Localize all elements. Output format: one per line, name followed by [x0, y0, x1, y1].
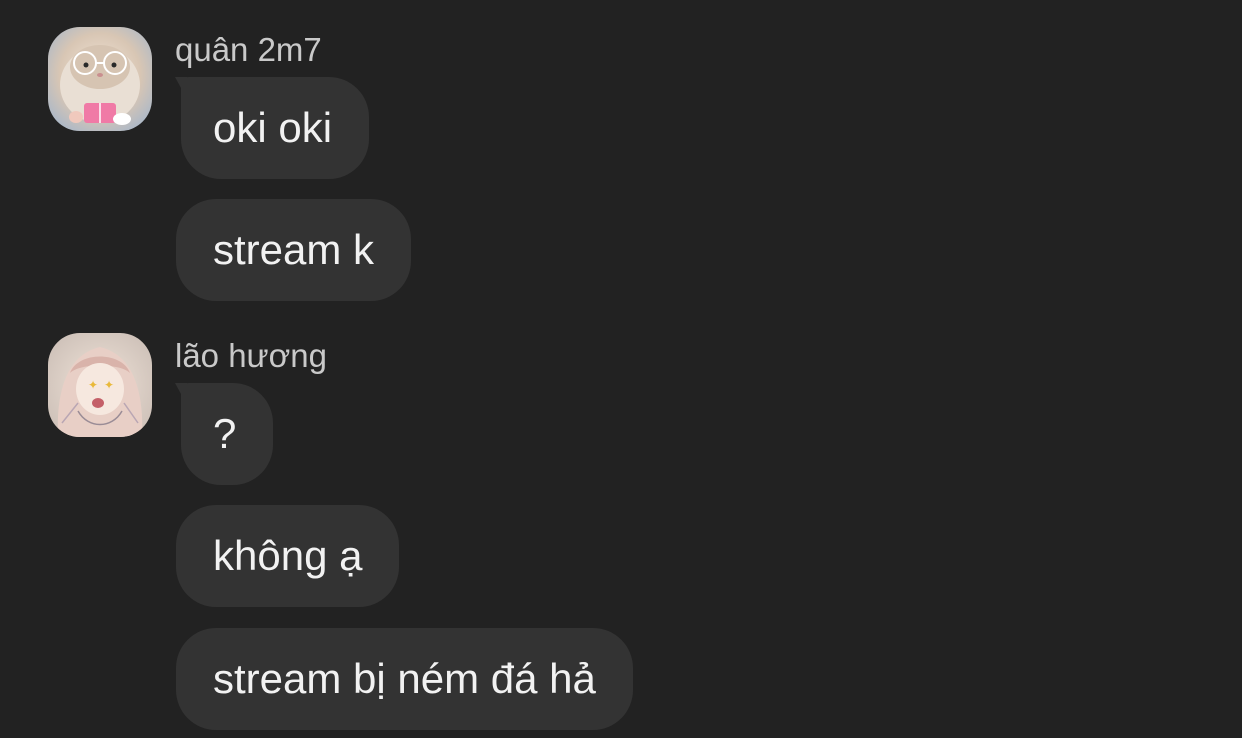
message-text: oki oki: [213, 104, 333, 151]
svg-text:✦: ✦: [104, 378, 114, 392]
message-bubble[interactable]: không ạ: [176, 505, 400, 607]
message-bubble[interactable]: oki oki: [175, 77, 370, 179]
bubble-tail: [175, 383, 187, 405]
hamster-with-glasses-avatar: [48, 27, 152, 131]
message-text: không ạ: [213, 532, 363, 579]
bubble-tail: [175, 77, 187, 99]
anime-girl-avatar: ✦ ✦: [48, 333, 152, 437]
svg-text:✦: ✦: [88, 378, 98, 392]
message-bubble[interactable]: ?: [175, 383, 274, 485]
sender-avatar-lao-huong[interactable]: ✦ ✦: [48, 333, 152, 437]
message-text: stream bị ném đá hả: [213, 655, 596, 702]
sender-avatar-quan[interactable]: [48, 27, 152, 131]
sender-name: lão hương: [175, 337, 327, 374]
sender-name: quân 2m7: [175, 31, 322, 68]
message-text: stream k: [213, 226, 375, 273]
message-bubble[interactable]: stream k: [176, 199, 412, 301]
message-text: ?: [213, 410, 237, 457]
chat-conversation: quân 2m7 oki oki stream k ✦ ✦ lão hương …: [0, 0, 1242, 738]
message-bubble[interactable]: stream bị ném đá hả: [176, 628, 633, 730]
